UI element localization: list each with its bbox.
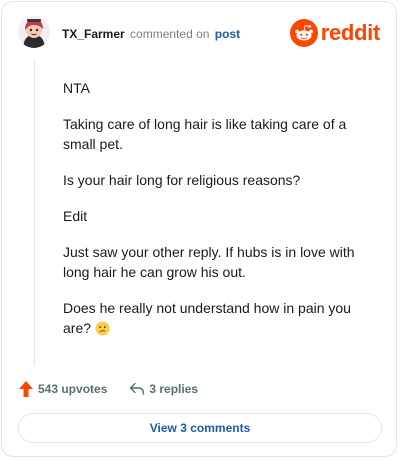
comment-paragraph-last: Does he really not understand how in pai… bbox=[63, 298, 363, 338]
reply-arrow-icon bbox=[129, 382, 145, 396]
view-comments-button[interactable]: View 3 comments bbox=[18, 413, 382, 443]
username-link[interactable]: TX_Farmer bbox=[62, 27, 125, 41]
comment-actions: 543 upvotes 3 replies bbox=[18, 377, 198, 401]
confused-face-emoji-icon bbox=[95, 321, 110, 336]
upvote-button[interactable]: 543 upvotes bbox=[18, 380, 107, 398]
comment-card: TX_Farmer commented on post reddit NTA T… bbox=[1, 1, 397, 457]
reddit-wordmark: reddit bbox=[320, 20, 381, 45]
comment-body: NTA Taking care of long hair is like tak… bbox=[63, 78, 363, 354]
upvote-arrow-icon bbox=[18, 380, 34, 398]
post-link[interactable]: post bbox=[215, 27, 240, 41]
reddit-alien-icon bbox=[289, 19, 318, 47]
meta-action-text: commented on bbox=[130, 27, 210, 41]
comment-header: TX_Farmer commented on post reddit bbox=[2, 2, 396, 62]
replies-button[interactable]: 3 replies bbox=[129, 382, 198, 396]
thread-line bbox=[34, 60, 35, 366]
comment-paragraph: Edit bbox=[63, 208, 88, 224]
user-avatar-icon[interactable] bbox=[18, 16, 50, 48]
replies-count: 3 replies bbox=[149, 382, 199, 396]
comment-paragraph: NTA bbox=[63, 80, 90, 96]
upvote-count: 543 upvotes bbox=[38, 382, 108, 396]
comment-meta: TX_Farmer commented on post bbox=[62, 27, 240, 41]
comment-paragraph: Is your hair long for religious reasons? bbox=[63, 172, 301, 188]
comment-paragraph: Just saw your other reply. If hubs is in… bbox=[63, 244, 355, 280]
reddit-brand[interactable]: reddit bbox=[289, 18, 381, 48]
comment-paragraph: Taking care of long hair is like taking … bbox=[63, 116, 347, 152]
